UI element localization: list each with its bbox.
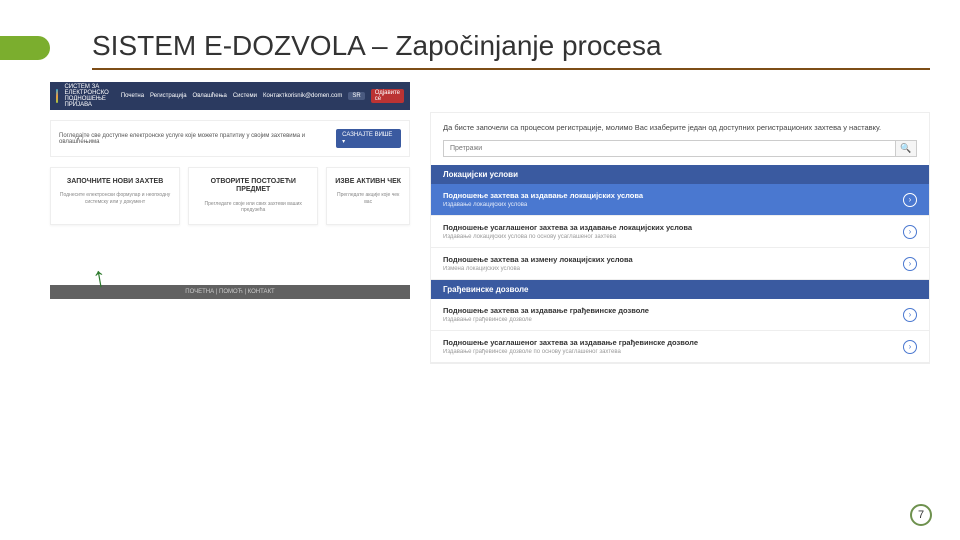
page-number: 7	[910, 504, 932, 526]
promo-banner: Погледајте све доступне електронске услу…	[50, 120, 410, 157]
section-header: Грађевинске дозволе	[431, 280, 929, 299]
item-text: Подношење усаглашеног захтева за издавањ…	[443, 338, 895, 355]
brand-text: СИСТЕМ ЗА ЕЛЕКТРОНСКО ПОДНОШЕЊЕ ПРИЈАВА	[64, 84, 108, 108]
accent-pill	[0, 36, 50, 60]
screenshots-area: СИСТЕМ ЗА ЕЛЕКТРОНСКО ПОДНОШЕЊЕ ПРИЈАВА …	[50, 82, 930, 490]
chevron-right-icon: ›	[903, 340, 917, 354]
chevron-right-icon: ›	[903, 257, 917, 271]
item-text: Подношење захтева за измену локацијских …	[443, 255, 895, 272]
item-title: Подношење захтева за издавање локацијски…	[443, 191, 895, 200]
item-text: Подношење захтева за издавање локацијски…	[443, 191, 895, 208]
chevron-right-icon: ›	[903, 193, 917, 207]
item-text: Подношење усаглашеног захтева за издавањ…	[443, 223, 895, 240]
banner-button[interactable]: САЗНАЈТЕ ВИШЕ ▾	[336, 129, 401, 148]
screenshot-home: СИСТЕМ ЗА ЕЛЕКТРОНСКО ПОДНОШЕЊЕ ПРИЈАВА …	[50, 82, 410, 299]
card-title: ИЗВЕ АКТИВН ЧЕК	[333, 178, 403, 186]
nav-items: Почетна Регистрација Овлашћења Системи К…	[121, 93, 285, 99]
card-sub: Прегледате акције које чек вас	[333, 192, 403, 205]
logo-icon	[56, 89, 58, 103]
user-email: korisnik@domen.com	[285, 93, 343, 99]
item-title: Подношење захтева за издавање грађевинск…	[443, 306, 895, 315]
banner-text: Погледајте све доступне електронске услу…	[59, 133, 336, 145]
lang-switch[interactable]: SR	[348, 92, 364, 100]
card-new-request[interactable]: ЗАПОЧНИТЕ НОВИ ЗАХТЕВ Поднесите електрон…	[50, 167, 180, 225]
intro-text: Да бисте започели са процесом регистраци…	[431, 113, 929, 140]
nav-item[interactable]: Системи	[233, 93, 257, 99]
item-sub: Издавање локацијских услова по основу ус…	[443, 234, 895, 240]
search-icon: 🔍	[900, 143, 911, 154]
item-title: Подношење захтева за измену локацијских …	[443, 255, 895, 264]
process-list-item[interactable]: Подношење усаглашеног захтева за издавањ…	[431, 331, 929, 363]
process-list-item[interactable]: Подношење усаглашеног захтева за издавањ…	[431, 216, 929, 248]
process-list-item[interactable]: Подношење захтева за измену локацијских …	[431, 248, 929, 280]
item-sub: Издавање локацијских услова	[443, 202, 895, 208]
item-sub: Измена локацијских услова	[443, 266, 895, 272]
brand-line2: ПОДНОШЕЊЕ ПРИЈАВА	[64, 96, 108, 108]
search-button[interactable]: 🔍	[895, 140, 917, 157]
chevron-right-icon: ›	[903, 225, 917, 239]
title-bar: SISTEM E-DOZVOLA – Započinjanje procesa	[0, 30, 960, 70]
process-list-item[interactable]: Подношење захтева за издавање грађевинск…	[431, 299, 929, 331]
item-sub: Издавање грађевинске дозволе по основу у…	[443, 349, 895, 355]
card-open-existing[interactable]: ОТВОРИТЕ ПОСТОЈЕЋИ ПРЕДМЕТ Прегледате св…	[188, 167, 318, 225]
nav-item[interactable]: Регистрација	[150, 93, 187, 99]
screenshot-process-list: Да бисте започели са процесом регистраци…	[430, 112, 930, 364]
sections: Локацијски услови Подношење захтева за из…	[431, 165, 929, 363]
navbar: СИСТЕМ ЗА ЕЛЕКТРОНСКО ПОДНОШЕЊЕ ПРИЈАВА …	[50, 82, 410, 110]
card-sub: Прегледате своје или свих захтеви ваших …	[195, 201, 311, 214]
nav-item[interactable]: Почетна	[121, 93, 144, 99]
card-sub: Поднесите електронски формулар и неопход…	[57, 192, 173, 205]
item-title: Подношење усаглашеног захтева за издавањ…	[443, 338, 895, 347]
nav-right: korisnik@domen.com SR Одјавите се	[285, 89, 404, 103]
process-list-item[interactable]: Подношење захтева за издавање локацијски…	[431, 184, 929, 216]
search-input[interactable]	[443, 140, 895, 157]
slide-title: SISTEM E-DOZVOLA – Započinjanje procesa	[92, 30, 960, 62]
brand-line1: СИСТЕМ ЗА ЕЛЕКТРОНСКО	[64, 84, 108, 96]
search-row: 🔍	[443, 140, 917, 157]
item-text: Подношење захтева за издавање грађевинск…	[443, 306, 895, 323]
item-sub: Издавање грађевинске дозволе	[443, 317, 895, 323]
logout-button[interactable]: Одјавите се	[371, 89, 404, 103]
section-header: Локацијски услови	[431, 165, 929, 184]
card-title: ОТВОРИТЕ ПОСТОЈЕЋИ ПРЕДМЕТ	[195, 178, 311, 195]
title-underline	[92, 68, 930, 70]
nav-item[interactable]: Овлашћења	[193, 93, 227, 99]
chevron-right-icon: ›	[903, 308, 917, 322]
item-title: Подношење усаглашеног захтева за издавањ…	[443, 223, 895, 232]
card-title: ЗАПОЧНИТЕ НОВИ ЗАХТЕВ	[57, 178, 173, 186]
nav-item[interactable]: Контакт	[263, 93, 285, 99]
